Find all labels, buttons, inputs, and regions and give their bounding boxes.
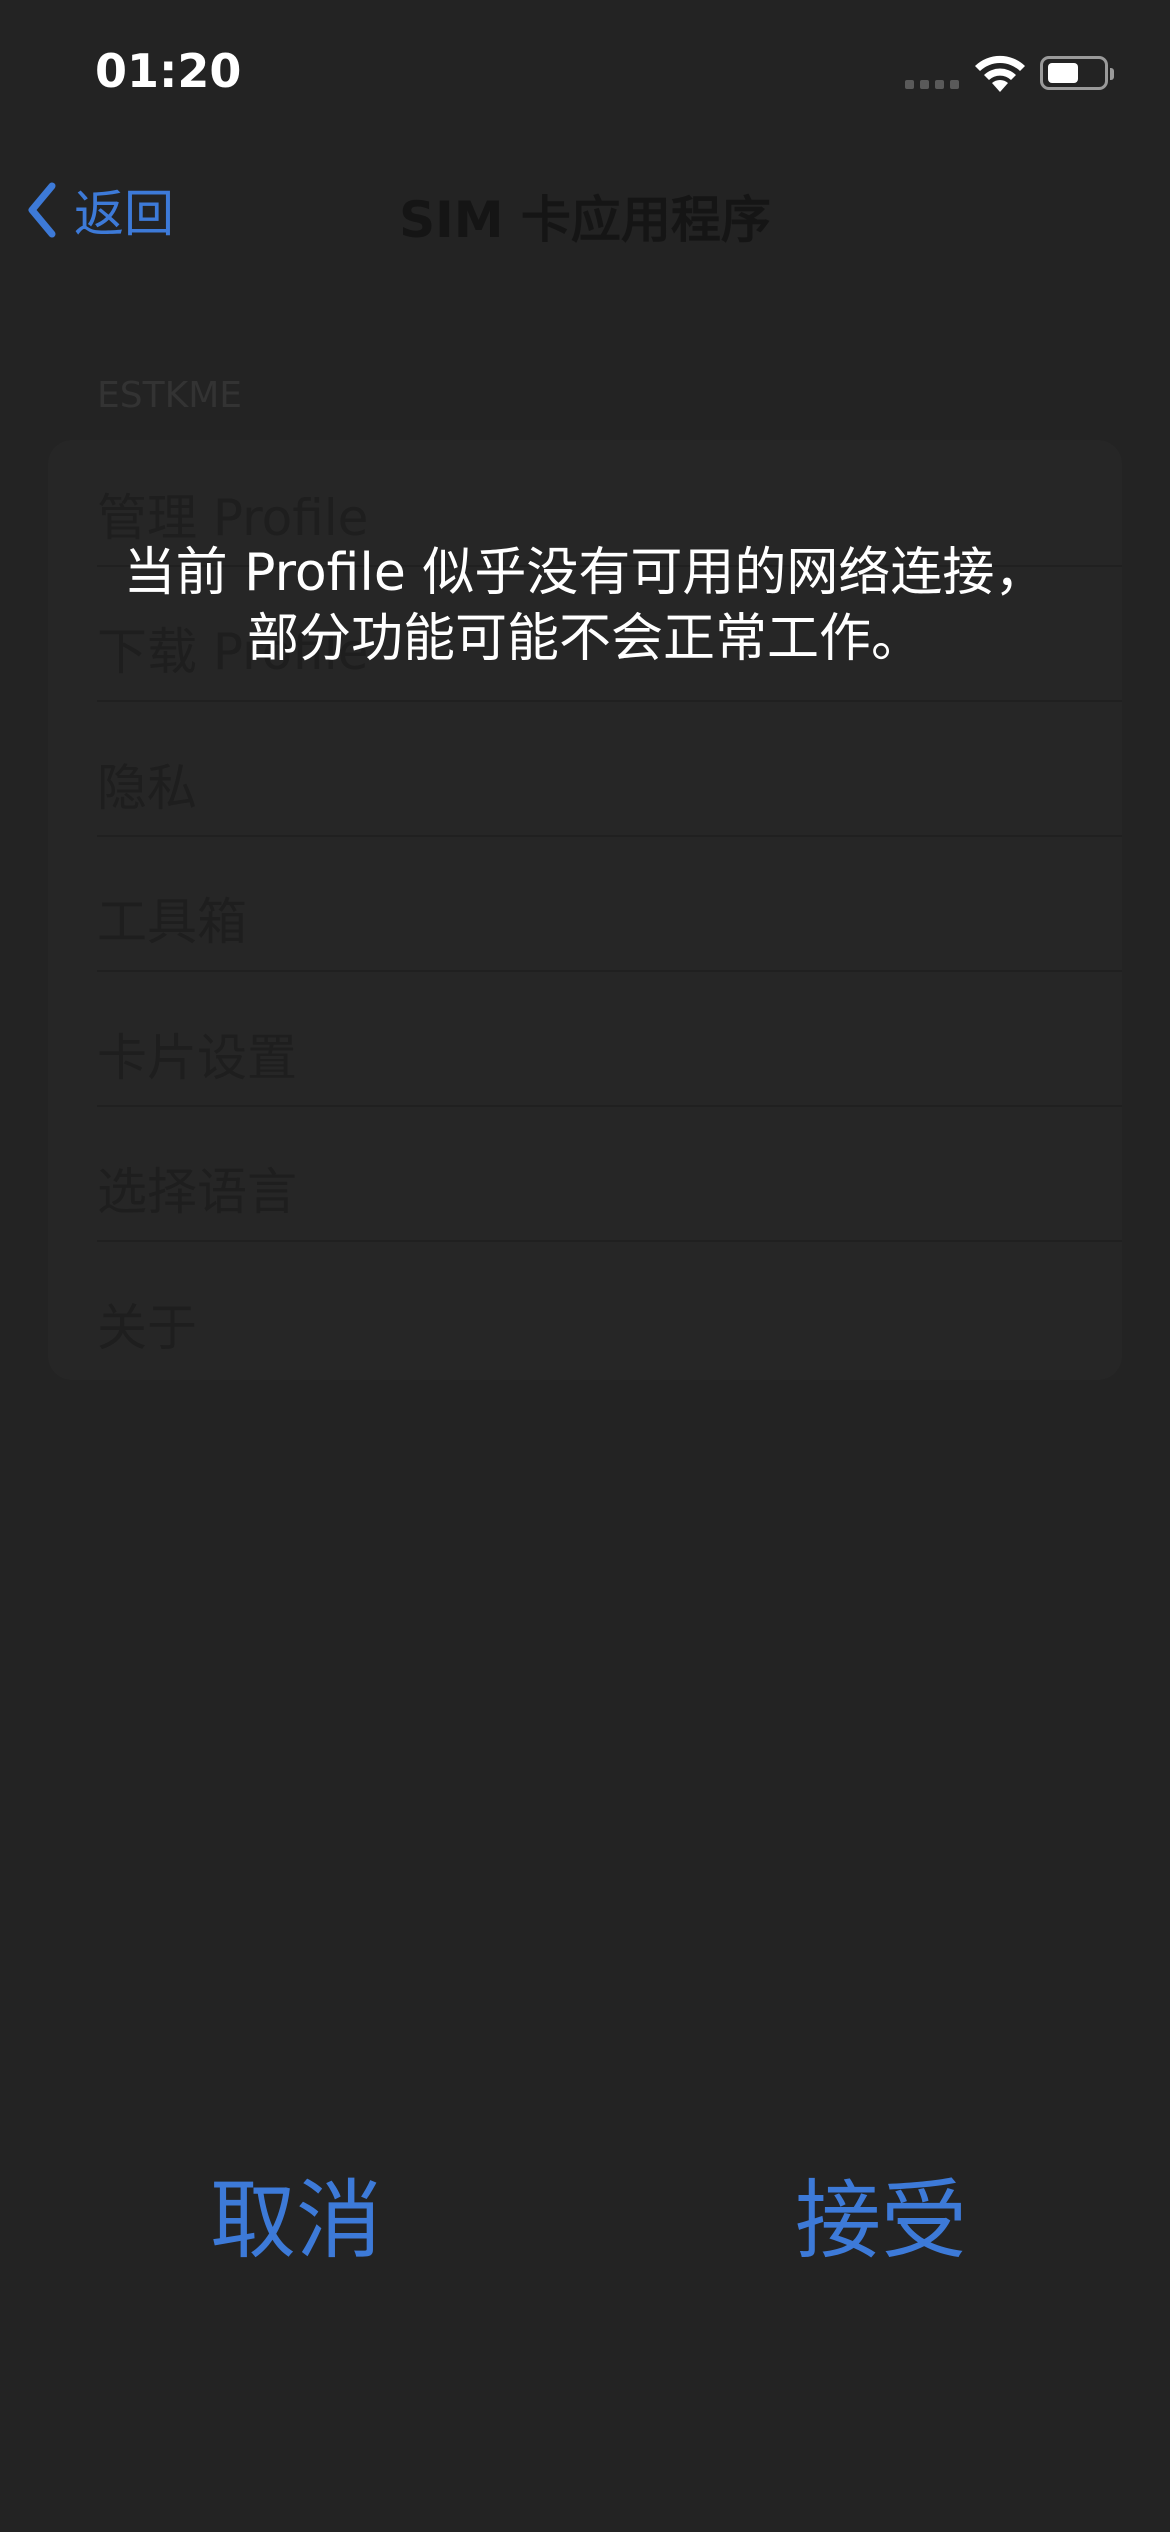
list-item-toolbox[interactable]: 工具箱 bbox=[97, 882, 247, 954]
list-divider bbox=[97, 970, 1122, 972]
dialog-message-line1: 当前 Profile 似乎没有可用的网络连接， bbox=[123, 543, 1047, 603]
list-divider bbox=[97, 1240, 1122, 1242]
status-time: 01:20 bbox=[95, 44, 242, 98]
list-divider bbox=[97, 835, 1122, 837]
list-divider bbox=[97, 700, 1122, 702]
list-item-privacy[interactable]: 隐私 bbox=[97, 748, 197, 820]
list-item-about[interactable]: 关于 bbox=[97, 1288, 197, 1360]
dialog-message-line2: 部分功能可能不会正常工作。 bbox=[246, 609, 923, 669]
list-divider bbox=[97, 1105, 1122, 1107]
list-item-card-settings[interactable]: 卡片设置 bbox=[97, 1018, 297, 1090]
navigation-bar: 返回 SIM 卡应用程序 bbox=[0, 150, 1170, 270]
battery-icon bbox=[1040, 56, 1114, 90]
section-header: ESTKME bbox=[97, 375, 243, 416]
accept-button[interactable]: 接受 bbox=[795, 2150, 967, 2275]
signal-icon bbox=[905, 80, 961, 90]
status-bar: 01:20 bbox=[0, 0, 1170, 150]
wifi-icon bbox=[975, 55, 1025, 92]
cancel-button[interactable]: 取消 bbox=[210, 2150, 382, 2275]
dialog-message: 当前 Profile 似乎没有可用的网络连接， 部分功能可能不会正常工作。 bbox=[60, 540, 1110, 672]
list-item-language[interactable]: 选择语言 bbox=[97, 1152, 297, 1224]
page-title: SIM 卡应用程序 bbox=[399, 191, 771, 249]
